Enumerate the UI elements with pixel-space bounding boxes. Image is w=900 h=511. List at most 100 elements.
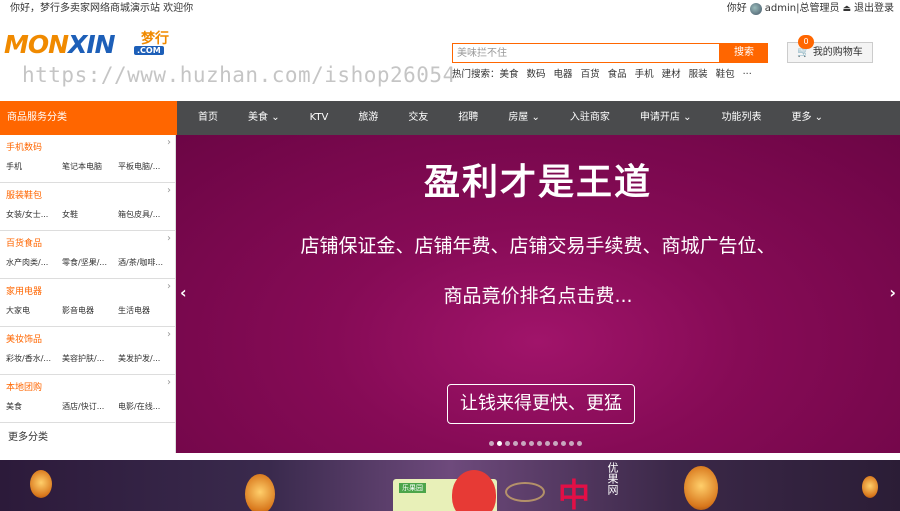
- cart-button[interactable]: 0 🛒 我的购物车: [787, 35, 873, 63]
- category-title[interactable]: 手机数码: [6, 140, 42, 153]
- carousel-dot[interactable]: [569, 441, 574, 446]
- banner-line-1: 店铺保证金、店铺年费、店铺交易手续费、商城广告位、: [300, 235, 776, 257]
- category-group[interactable]: 服装鞋包 › 女装/女士... 女鞋 箱包皮具/...: [0, 183, 175, 231]
- category-group[interactable]: 美妆饰品 › 彩妆/香水/... 美容护肤/... 美发护发/...: [0, 327, 175, 375]
- nav-item-jobs[interactable]: 招聘: [437, 101, 487, 135]
- user-greeting: 你好: [726, 3, 747, 14]
- logout-link[interactable]: 退出登录: [854, 0, 894, 18]
- cart-label: 我的购物车: [812, 47, 863, 58]
- hot-search-item[interactable]: 鞋包: [716, 66, 735, 80]
- nav-item-food[interactable]: 美食 ⌄: [227, 101, 289, 135]
- subcategory-link[interactable]: 平板电脑/...: [118, 161, 160, 172]
- hot-search-item[interactable]: 数码: [527, 66, 546, 80]
- chevron-right-icon: ›: [167, 377, 171, 388]
- subcategory-link[interactable]: 零食/坚果/...: [62, 257, 107, 268]
- nav-item-travel[interactable]: 旅游: [337, 101, 387, 135]
- hot-search-item[interactable]: 建材: [662, 66, 681, 80]
- subcategory-link[interactable]: 美食: [6, 401, 22, 412]
- promo-banner[interactable]: 乐果园 中 优果网: [0, 460, 900, 511]
- subcategory-link[interactable]: 手机: [6, 161, 22, 172]
- promo-headline-char: 中: [558, 476, 591, 511]
- category-group[interactable]: 手机数码 › 手机 笔记本电脑 平板电脑/...: [0, 135, 175, 183]
- banner-title: 盈利才是王道: [423, 162, 652, 203]
- subcategory-link[interactable]: 影音电器: [62, 305, 94, 316]
- carousel-dot[interactable]: [561, 441, 566, 446]
- nav-item-home[interactable]: 首页: [177, 101, 227, 135]
- subcategory-link[interactable]: 笔记本电脑: [62, 161, 102, 172]
- carousel-dot[interactable]: [521, 441, 526, 446]
- subcategory-link[interactable]: 女鞋: [62, 209, 78, 220]
- chevron-down-icon: ⌄: [531, 112, 540, 123]
- subcategory-link[interactable]: 美容护肤/...: [62, 353, 104, 364]
- subcategory-link[interactable]: 美发护发/...: [118, 353, 160, 364]
- avatar[interactable]: [749, 3, 762, 15]
- more-categories-link[interactable]: 更多分类: [8, 428, 48, 443]
- logo-chinese: 梦行: [141, 31, 169, 47]
- logo-wordmark: MONXIN: [4, 30, 116, 59]
- hot-search-item[interactable]: 美食: [500, 66, 519, 80]
- subcategory-link[interactable]: 生活电器: [118, 305, 150, 316]
- nav-item-dating[interactable]: 交友: [387, 101, 437, 135]
- hot-search: 热门搜索： 美食 数码 电器 百货 食品 手机 建材 服装 鞋包 ...: [452, 66, 752, 80]
- promo-card-tag: 乐果园: [399, 483, 426, 493]
- strawberry-image: [452, 470, 496, 511]
- category-title[interactable]: 服装鞋包: [6, 188, 42, 201]
- carousel-prev-icon[interactable]: ‹: [180, 283, 187, 302]
- category-title[interactable]: 本地团购: [6, 380, 42, 393]
- carousel-dot[interactable]: [553, 441, 558, 446]
- carousel-dot[interactable]: [489, 441, 494, 446]
- hot-search-item[interactable]: 服装: [689, 66, 708, 80]
- chevron-right-icon: ›: [167, 185, 171, 196]
- carousel-next-icon[interactable]: ›: [889, 283, 896, 302]
- category-title[interactable]: 百货食品: [6, 236, 42, 249]
- carousel-dot[interactable]: [513, 441, 518, 446]
- search-input[interactable]: [452, 43, 720, 63]
- watermark-text: https://www.huzhan.com/ishop26054: [22, 63, 456, 87]
- carousel-dot[interactable]: [545, 441, 550, 446]
- chevron-right-icon: ›: [167, 329, 171, 340]
- category-menu-header[interactable]: 商品服务分类: [0, 101, 177, 135]
- nav-item-housing[interactable]: 房屋 ⌄: [487, 101, 549, 135]
- hot-search-item[interactable]: 手机: [635, 66, 654, 80]
- hot-search-more[interactable]: ...: [743, 66, 752, 80]
- search-button[interactable]: 搜索: [720, 43, 768, 63]
- carousel-dot[interactable]: [497, 441, 502, 446]
- cart-count-badge: 0: [798, 35, 814, 49]
- nav-item-merchants[interactable]: 入驻商家: [549, 101, 619, 135]
- hot-search-item[interactable]: 食品: [608, 66, 627, 80]
- subcategory-link[interactable]: 电影/在线...: [118, 401, 160, 412]
- user-area: 你好 admin|总管理员 ⏏ 退出登录: [727, 0, 894, 18]
- nav-item-ktv[interactable]: KTV: [289, 101, 338, 135]
- chevron-right-icon: ›: [167, 233, 171, 244]
- subcategory-link[interactable]: 水产肉类/...: [6, 257, 48, 268]
- username-link[interactable]: admin|总管理员: [765, 0, 840, 18]
- subcategory-link[interactable]: 箱包皮具/...: [118, 209, 160, 220]
- welcome-text: 你好，梦行多卖家网络商城演示站 欢迎你: [10, 3, 194, 14]
- banner-line-2: 商品竟价排名点击费...: [443, 285, 633, 307]
- category-group[interactable]: 百货食品 › 水产肉类/... 零食/坚果/... 酒/茶/咖啡...: [0, 231, 175, 279]
- nav-items: 首页 美食 ⌄ KTV 旅游 交友 招聘 房屋 ⌄ 入驻商家 申请开店 ⌄ 功能…: [177, 101, 832, 135]
- hot-search-item[interactable]: 百货: [581, 66, 600, 80]
- hot-search-item[interactable]: 电器: [554, 66, 573, 80]
- cloud-ornament: [505, 482, 545, 502]
- subcategory-link[interactable]: 酒/茶/咖啡...: [118, 257, 163, 268]
- carousel-dot[interactable]: [537, 441, 542, 446]
- subcategory-link[interactable]: 大家电: [6, 305, 30, 316]
- carousel-dot[interactable]: [577, 441, 582, 446]
- chevron-right-icon: ›: [167, 281, 171, 292]
- subcategory-link[interactable]: 女装/女士...: [6, 209, 48, 220]
- category-group[interactable]: 本地团购 › 美食 酒店/快订... 电影/在线...: [0, 375, 175, 423]
- carousel-dot[interactable]: [505, 441, 510, 446]
- hero-carousel[interactable]: 盈利才是王道 店铺保证金、店铺年费、店铺交易手续费、商城广告位、 商品竟价排名点…: [176, 135, 900, 453]
- subcategory-link[interactable]: 酒店/快订...: [62, 401, 104, 412]
- nav-item-features[interactable]: 功能列表: [700, 101, 770, 135]
- category-group[interactable]: 家用电器 › 大家电 影音电器 生活电器: [0, 279, 175, 327]
- category-title[interactable]: 家用电器: [6, 284, 42, 297]
- chevron-right-icon: ›: [167, 137, 171, 148]
- nav-item-open-shop[interactable]: 申请开店 ⌄: [619, 101, 701, 135]
- carousel-dot[interactable]: [529, 441, 534, 446]
- subcategory-link[interactable]: 彩妆/香水/...: [6, 353, 51, 364]
- banner-cta-button[interactable]: 让钱来得更快、更猛: [447, 384, 635, 424]
- nav-item-more[interactable]: 更多 ⌄: [770, 101, 832, 135]
- category-title[interactable]: 美妆饰品: [6, 332, 42, 345]
